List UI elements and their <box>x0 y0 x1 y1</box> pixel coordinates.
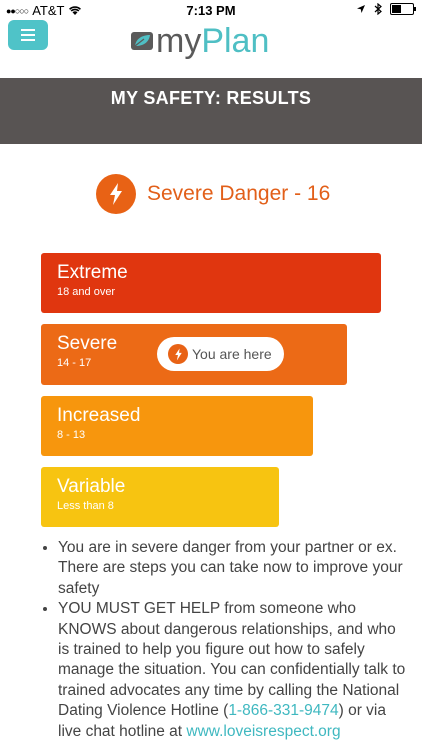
logo-plan: Plan <box>201 21 270 60</box>
scale-bar-extreme: Extreme 18 and over <box>41 253 381 313</box>
you-are-here-text: You are here <box>192 346 272 362</box>
hamburger-menu-icon <box>21 29 35 31</box>
title-bar: MY SAFETY: RESULTS <box>0 78 422 144</box>
menu-button[interactable] <box>8 20 48 50</box>
page-title: MY SAFETY: RESULTS <box>110 88 312 108</box>
result-summary: Severe Danger - 16 <box>96 174 330 214</box>
scale-bar-variable: Variable Less than 8 <box>41 467 279 527</box>
lightning-bolt-icon <box>174 348 182 360</box>
scale-label: Extreme <box>57 262 128 283</box>
scale-bar-increased: Increased 8 - 13 <box>41 396 313 456</box>
advice-list: You are in severe danger from your partn… <box>36 538 408 742</box>
battery-icon <box>390 3 416 15</box>
marker-badge <box>168 344 188 364</box>
you-are-here-marker: You are here <box>157 337 284 371</box>
scale-label: Increased <box>57 405 141 426</box>
hamburger-line <box>21 39 35 41</box>
result-badge <box>96 174 136 214</box>
result-text: Severe Danger - 16 <box>147 182 331 205</box>
lightning-bolt-icon <box>110 183 122 205</box>
location-icon <box>357 5 365 13</box>
hamburger-line <box>21 34 35 36</box>
scale-label: Variable <box>57 476 126 497</box>
scale-range: Less than 8 <box>57 500 114 512</box>
logo-my: my <box>156 21 202 60</box>
scale-range: 8 - 13 <box>57 429 86 441</box>
advice-item: You are in severe danger from your partn… <box>58 538 408 599</box>
logo-text: myPlan <box>156 22 269 61</box>
status-bar: ●●○○○ AT&T 7:13 PM <box>0 0 422 20</box>
app-header: myPlan <box>0 20 422 78</box>
status-right <box>356 3 416 15</box>
advice-item: YOU MUST GET HELP from someone who KNOWS… <box>58 599 408 742</box>
leaf-logo-icon <box>131 32 153 50</box>
hotline-phone-link[interactable]: 1-866-331-9474 <box>228 702 338 719</box>
live-chat-link[interactable]: www.loveisrespect.org <box>186 723 340 740</box>
app-logo: myPlan <box>130 20 269 62</box>
bluetooth-icon <box>374 3 382 15</box>
scale-range: 18 and over <box>57 286 116 298</box>
